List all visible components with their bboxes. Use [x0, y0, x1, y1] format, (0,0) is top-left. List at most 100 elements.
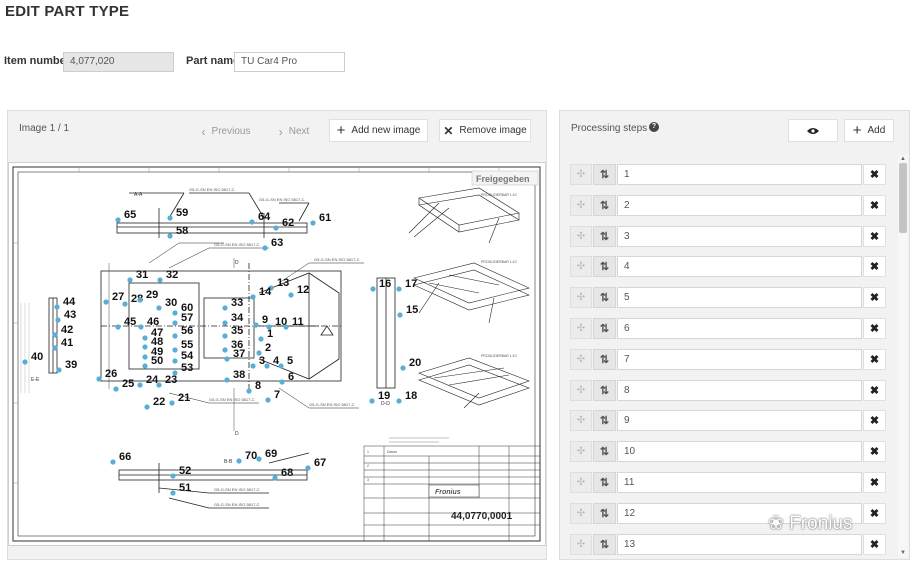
drag-handle-icon[interactable]: ✣: [570, 287, 592, 309]
step-input[interactable]: 2: [617, 194, 862, 216]
drag-handle-icon[interactable]: ✣: [570, 410, 592, 432]
sort-icon[interactable]: ⇅: [593, 472, 616, 493]
step-input[interactable]: 11: [617, 472, 862, 493]
marker-label: 21: [178, 392, 190, 404]
drag-handle-icon[interactable]: ✣: [570, 318, 592, 339]
marker-label: 53: [181, 362, 193, 374]
drag-handle-icon[interactable]: ✣: [570, 441, 592, 463]
marker-dot: [142, 344, 148, 350]
technical-drawing[interactable]: Freigegeben A-A G5-G-SN EN ISO 5817-C G5-…: [8, 162, 546, 546]
marker-label: 12: [297, 284, 309, 296]
drag-handle-icon[interactable]: ✣: [570, 194, 592, 216]
marker-dot: [246, 388, 252, 394]
remove-image-button[interactable]: ✕ Remove image: [439, 119, 531, 142]
page-title: EDIT PART TYPE: [5, 3, 130, 20]
delete-step-icon[interactable]: ✖: [863, 164, 886, 185]
scroll-up-arrow[interactable]: ▲: [898, 155, 908, 163]
drag-handle-icon[interactable]: ✣: [570, 472, 592, 493]
step-input[interactable]: 13: [617, 533, 862, 555]
marker-dot: [113, 386, 119, 392]
plus-icon: +: [852, 122, 862, 139]
step-input[interactable]: 1: [617, 164, 862, 185]
sort-icon[interactable]: ⇅: [593, 441, 616, 463]
marker-dot: [103, 299, 109, 305]
sort-icon[interactable]: ⇅: [593, 256, 616, 278]
marker-dot: [142, 335, 148, 341]
marker-label: 19: [378, 390, 390, 402]
delete-step-icon[interactable]: ✖: [863, 533, 886, 555]
marker-dot: [288, 292, 294, 298]
sort-icon[interactable]: ⇅: [593, 164, 616, 185]
marker-dot: [156, 305, 162, 311]
marker-label: 33: [231, 297, 243, 309]
sort-icon[interactable]: ⇅: [593, 410, 616, 432]
marker-dot: [262, 245, 268, 251]
sort-icon[interactable]: ⇅: [593, 318, 616, 339]
svg-text:D: D: [235, 431, 239, 437]
marker-dot: [115, 217, 121, 223]
question-circle-icon[interactable]: ?: [649, 122, 659, 132]
view-steps-button[interactable]: [788, 119, 838, 142]
drag-handle-icon[interactable]: ✣: [570, 164, 592, 185]
scroll-down-arrow[interactable]: ▼: [898, 549, 908, 557]
drag-handle-icon[interactable]: ✣: [570, 225, 592, 247]
marker-label: 58: [176, 225, 188, 237]
delete-step-icon[interactable]: ✖: [863, 502, 886, 524]
step-input[interactable]: 9: [617, 410, 862, 432]
marker-label: 26: [105, 368, 117, 380]
step-input[interactable]: 6: [617, 318, 862, 339]
step-input[interactable]: 7: [617, 348, 862, 370]
drag-handle-icon[interactable]: ✣: [570, 379, 592, 401]
marker-dot: [137, 382, 143, 388]
marker-dot: [250, 363, 256, 369]
svg-text:G5-G-SN EN ISO 5817-C: G5-G-SN EN ISO 5817-C: [309, 402, 355, 407]
marker-dot: [370, 286, 376, 292]
delete-step-icon[interactable]: ✖: [863, 194, 886, 216]
marker-label: 11: [292, 316, 304, 328]
delete-step-icon[interactable]: ✖: [863, 379, 886, 401]
sort-icon[interactable]: ⇅: [593, 225, 616, 247]
marker-dot: [400, 365, 406, 371]
svg-text:G5-G-SN EN ISO 5817-C: G5-G-SN EN ISO 5817-C: [314, 257, 360, 262]
delete-step-icon[interactable]: ✖: [863, 472, 886, 493]
step-input[interactable]: 5: [617, 287, 862, 309]
marker-dot: [142, 354, 148, 360]
marker-label: 52: [179, 465, 191, 477]
steps-scrollbar[interactable]: ▲ ▼: [898, 155, 908, 557]
step-input[interactable]: 3: [617, 225, 862, 247]
add-new-image-button[interactable]: + Add new image: [329, 119, 428, 142]
delete-step-icon[interactable]: ✖: [863, 225, 886, 247]
sort-icon[interactable]: ⇅: [593, 379, 616, 401]
step-input[interactable]: 10: [617, 441, 862, 463]
sort-icon[interactable]: ⇅: [593, 502, 616, 524]
drag-handle-icon[interactable]: ✣: [570, 348, 592, 370]
drag-handle-icon[interactable]: ✣: [570, 533, 592, 555]
next-button[interactable]: › Next: [270, 120, 318, 143]
marker-dot: [22, 359, 28, 365]
step-input[interactable]: 4: [617, 256, 862, 278]
delete-step-icon[interactable]: ✖: [863, 256, 886, 278]
delete-step-icon[interactable]: ✖: [863, 348, 886, 370]
image-counter: Image 1 / 1: [19, 123, 70, 134]
drag-handle-icon[interactable]: ✣: [570, 502, 592, 524]
part-name-field[interactable]: TU Car4 Pro: [234, 52, 345, 72]
delete-step-icon[interactable]: ✖: [863, 287, 886, 309]
marker-label: 14: [259, 286, 272, 298]
drag-handle-icon[interactable]: ✣: [570, 256, 592, 278]
sort-icon[interactable]: ⇅: [593, 287, 616, 309]
marker-label: 31: [136, 269, 148, 281]
step-row: ✣ ⇅ 9 ✖: [570, 410, 886, 432]
delete-step-icon[interactable]: ✖: [863, 410, 886, 432]
step-input[interactable]: 8: [617, 379, 862, 401]
delete-step-icon[interactable]: ✖: [863, 318, 886, 339]
marker-label: 51: [179, 482, 191, 494]
sort-icon[interactable]: ⇅: [593, 348, 616, 370]
sort-icon[interactable]: ⇅: [593, 194, 616, 216]
add-step-button[interactable]: + Add: [844, 119, 894, 142]
marker-dot: [157, 277, 163, 283]
sort-icon[interactable]: ⇅: [593, 533, 616, 555]
scrollbar-thumb[interactable]: [899, 163, 907, 233]
marker-label: 65: [124, 209, 136, 221]
delete-step-icon[interactable]: ✖: [863, 441, 886, 463]
previous-button[interactable]: ‹ Previous: [194, 120, 258, 143]
